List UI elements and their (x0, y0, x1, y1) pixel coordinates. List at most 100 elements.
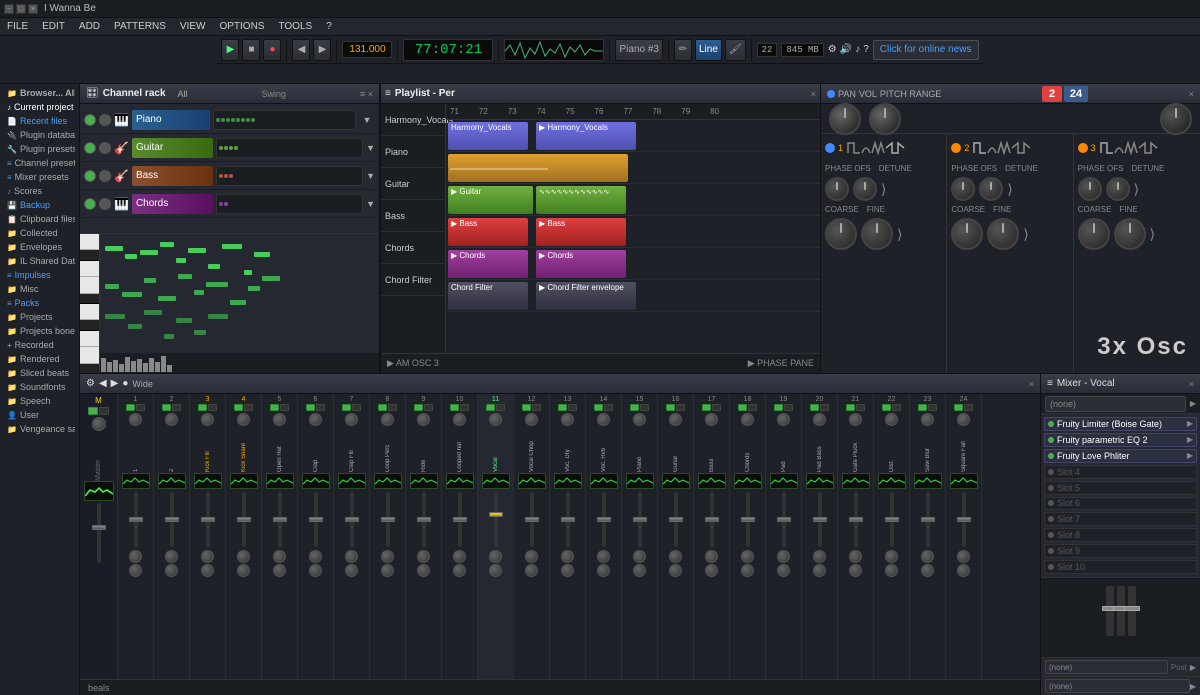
track-num-1[interactable]: 1 (134, 396, 138, 403)
track-active-2[interactable] (162, 404, 171, 411)
sidebar-item-recorded[interactable]: + Recorded (4, 338, 75, 352)
track-active-13[interactable] (558, 404, 567, 411)
track-knob2-16[interactable] (669, 550, 682, 563)
track-knob2-17[interactable] (705, 550, 718, 563)
track-active-7[interactable] (342, 404, 351, 411)
window-controls[interactable]: − □ × (4, 4, 38, 14)
track-fader-21[interactable] (854, 492, 858, 547)
osc-1-fine-knob[interactable] (861, 218, 893, 250)
sidebar-header[interactable]: 📁 Browser... All (4, 86, 75, 100)
track-mute-14[interactable] (604, 404, 613, 411)
track-num-20[interactable]: 20 (816, 396, 824, 403)
track-mute-3[interactable] (208, 404, 217, 411)
sidebar-item-sliced-beats[interactable]: 📁 Sliced beats (4, 366, 75, 380)
track-pan-15[interactable] (633, 413, 646, 426)
osc-1-phase-knob[interactable] (825, 177, 849, 201)
piano-key-white[interactable] (80, 331, 99, 347)
track-fader-thumb-16[interactable] (669, 517, 683, 522)
track-knob2-20[interactable] (813, 550, 826, 563)
track-mute-24[interactable] (964, 404, 973, 411)
track-fader-thumb-15[interactable] (633, 517, 647, 522)
effect-slot-8[interactable]: Slot 8 (1044, 528, 1197, 542)
channel-active-chords[interactable] (84, 198, 96, 210)
track-label-21[interactable]: Gate Pluck (853, 427, 859, 472)
track-mute-2[interactable] (172, 404, 181, 411)
track-knob3-4[interactable] (237, 564, 250, 577)
track-pan-19[interactable] (777, 413, 790, 426)
track-fader-22[interactable] (890, 492, 894, 547)
post-none-dropdown-2[interactable]: (none) (1045, 679, 1190, 693)
news-link[interactable]: Click for online news (880, 44, 972, 55)
sidebar-item-backup[interactable]: 💾 Backup (4, 198, 75, 212)
track-knob3-16[interactable] (669, 564, 682, 577)
osc-3-phase-knob[interactable] (1078, 177, 1102, 201)
track-fader-thumb-24[interactable] (957, 517, 971, 522)
channel-mute-guitar[interactable] (99, 142, 111, 154)
track-num-19[interactable]: 19 (780, 396, 788, 403)
sidebar-item-soundfonts[interactable]: 📁 Soundfonts (4, 380, 75, 394)
osc-2-coarse-knob[interactable] (951, 218, 983, 250)
track-mute-21[interactable] (856, 404, 865, 411)
send-fader-thumb-3[interactable] (1124, 606, 1140, 611)
channel-active-bass[interactable] (84, 170, 96, 182)
track-fader-thumb-13[interactable] (561, 517, 575, 522)
piano-key-white[interactable] (80, 234, 99, 250)
track-fader-thumb-7[interactable] (345, 517, 359, 522)
track-fader-17[interactable] (710, 492, 714, 547)
track-pan-22[interactable] (885, 413, 898, 426)
track-pan-6[interactable] (309, 413, 322, 426)
track-knob3-3[interactable] (201, 564, 214, 577)
stop-button[interactable]: ■ (242, 39, 260, 61)
synth-power-led[interactable] (827, 90, 835, 98)
pl-block-chords-2[interactable]: ▶ Chords (536, 250, 626, 278)
track-knob2-3[interactable] (201, 550, 214, 563)
track-fader-4[interactable] (242, 492, 246, 547)
track-mute-1[interactable] (136, 404, 145, 411)
piano-key-black[interactable] (80, 320, 99, 330)
track-knob3-2[interactable] (165, 564, 178, 577)
osc-3-coarse-knob[interactable] (1078, 218, 1110, 250)
track-knob2-19[interactable] (777, 550, 790, 563)
osc-3-led[interactable] (1078, 143, 1088, 153)
effect-arrow-2[interactable]: ▶ (1187, 435, 1193, 444)
master-fader-thumb[interactable] (92, 525, 106, 530)
track-knob3-7[interactable] (345, 564, 358, 577)
track-mute-6[interactable] (316, 404, 325, 411)
sidebar-item-recent-files[interactable]: 📄 Recent files (4, 114, 75, 128)
guitar-instrument-icon[interactable]: 🎸 (114, 141, 129, 155)
sidebar-item-packs[interactable]: ≡ Packs (4, 296, 75, 310)
track-num-23[interactable]: 23 (924, 396, 932, 403)
track-label-18[interactable]: Chords (745, 427, 751, 472)
menu-patterns[interactable]: PATTERNS (111, 21, 169, 32)
track-fader-19[interactable] (782, 492, 786, 547)
piano-key-white[interactable] (80, 261, 99, 277)
track-pan-1[interactable] (129, 413, 142, 426)
track-fader-thumb-8[interactable] (381, 517, 395, 522)
track-label-8[interactable]: Loop Perc (385, 427, 391, 472)
sidebar-item-plugin-presets[interactable]: 🔧 Plugin presets (4, 142, 75, 156)
track-label-2[interactable]: 2 (169, 427, 175, 472)
track-mute-18[interactable] (748, 404, 757, 411)
track-fader-thumb-14[interactable] (597, 517, 611, 522)
track-num-22[interactable]: 22 (888, 396, 896, 403)
track-fader-thumb-18[interactable] (741, 517, 755, 522)
maximize-button[interactable]: □ (16, 4, 26, 14)
sidebar-item-envelopes[interactable]: 📁 Envelopes (4, 240, 75, 254)
track-knob2-12[interactable] (525, 550, 538, 563)
track-label-20[interactable]: Pad Bass (817, 427, 823, 472)
effect-slot-7[interactable]: Slot 7 (1044, 512, 1197, 526)
vol-knob[interactable] (869, 103, 901, 135)
channel-rack-close[interactable]: ≡ × (360, 89, 373, 99)
sidebar-item-misc[interactable]: 📁 Misc (4, 282, 75, 296)
pl-label-chord-filter[interactable]: Chord Filter (381, 264, 445, 296)
track-knob2-8[interactable] (381, 550, 394, 563)
track-label-5[interactable]: Open Hat (277, 427, 283, 472)
track-mute-13[interactable] (568, 404, 577, 411)
track-fader-10[interactable] (458, 492, 462, 547)
mixer-arrow-right[interactable]: ▶ (1190, 399, 1196, 408)
track-fader-23[interactable] (926, 492, 930, 547)
track-pan-14[interactable] (597, 413, 610, 426)
track-num-8[interactable]: 8 (386, 396, 390, 403)
osc-3-arrow2[interactable]: ⟩ (1150, 226, 1155, 243)
send-fader-3[interactable] (1128, 586, 1136, 636)
